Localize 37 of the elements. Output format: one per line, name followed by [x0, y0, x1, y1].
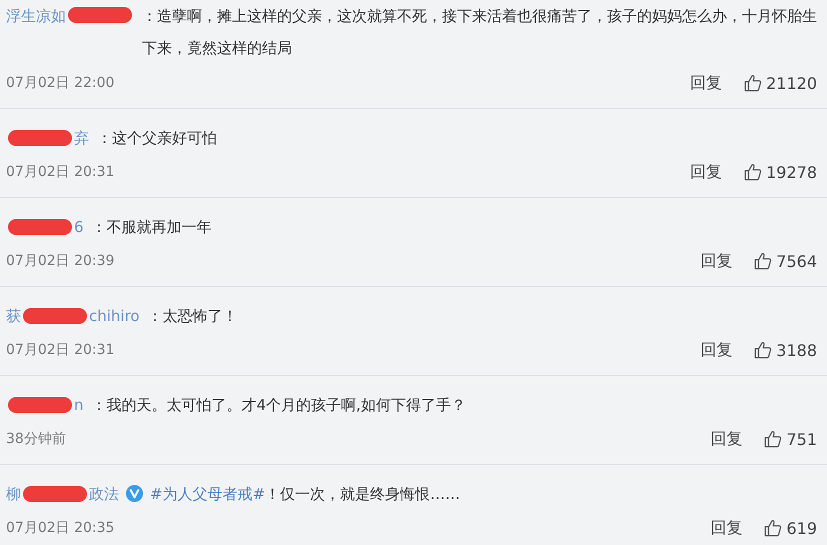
like-count: 19278 [766, 162, 817, 182]
comment-time: 07月02日 20:39 [6, 252, 114, 270]
thumbs-up-icon [754, 252, 772, 270]
comment-time: 07月02日 20:35 [6, 519, 114, 537]
reply-button[interactable]: 回复 [710, 428, 742, 450]
reply-button[interactable]: 回复 [700, 250, 732, 272]
reply-button[interactable]: 回复 [690, 72, 722, 94]
like-button[interactable]: 19278 [744, 162, 817, 182]
reply-button[interactable]: 回复 [700, 340, 732, 360]
comment-text: ：不服就再加一年 [92, 217, 213, 238]
like-count: 7564 [776, 252, 817, 270]
thumbs-up-icon [764, 519, 782, 537]
thumbs-up-icon [744, 74, 762, 92]
comment-text: ：我的天。太可怕了。才4个月的孩子啊,如何下得了手？ [92, 395, 467, 416]
like-button[interactable]: 619 [764, 518, 817, 538]
like-count: 619 [786, 518, 817, 538]
thumbs-up-icon [754, 341, 772, 359]
like-button[interactable]: 7564 [754, 252, 817, 270]
like-button[interactable]: 3188 [754, 340, 817, 360]
reply-button[interactable]: 回复 [710, 518, 742, 538]
like-count: 751 [786, 430, 817, 448]
like-count: 21120 [766, 74, 817, 92]
thumbs-up-icon [764, 430, 782, 448]
comment-time: 07月02日 20:31 [6, 163, 114, 181]
comment-time: 07月02日 22:00 [6, 74, 114, 92]
like-button[interactable]: 751 [764, 430, 817, 448]
comment-text: ：太恐怖了！ [148, 306, 239, 327]
comment-time: 38分钟前 [6, 430, 66, 448]
thumbs-up-icon [744, 163, 762, 181]
comment-text: ：这个父亲好可怕 [97, 128, 218, 149]
reply-button[interactable]: 回复 [690, 162, 722, 182]
hashtag-link[interactable]: #为人父母者戒# [150, 479, 266, 509]
comment-time: 07月02日 20:31 [6, 341, 114, 359]
comment-text: ！仅一次，就是终身悔恨…… [265, 484, 462, 505]
comment-text: ：造孽啊，摊上这样的父亲，这次就算不死，接下来活着也很痛苦了，孩子的妈妈怎么办，十月怀胎生下来，竟然这样的结局 [142, 6, 817, 59]
like-button[interactable]: 21120 [744, 74, 817, 92]
like-count: 3188 [776, 340, 817, 360]
